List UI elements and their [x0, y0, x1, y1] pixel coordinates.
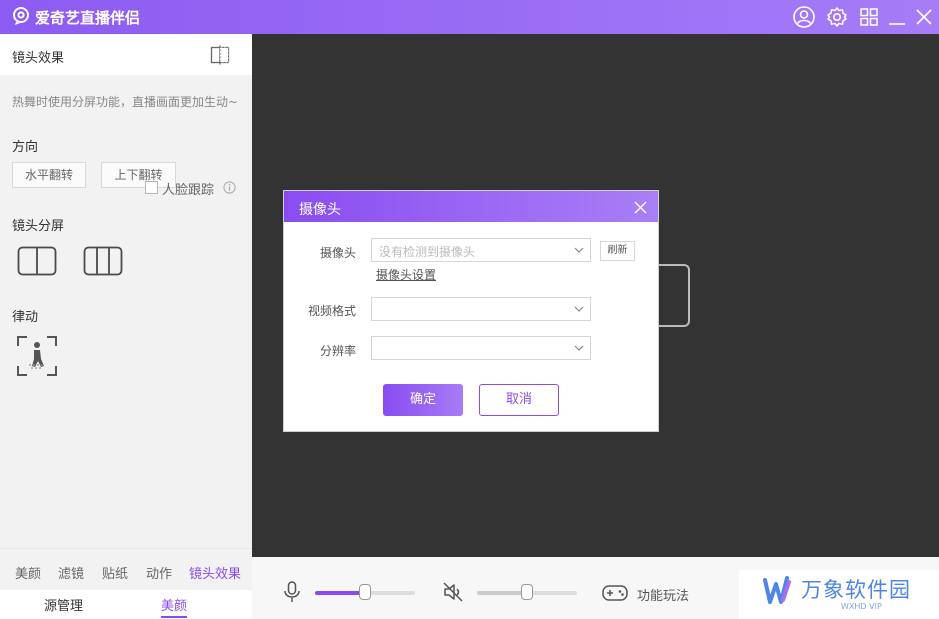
mic-volume-fill [315, 591, 365, 595]
user-icon[interactable] [792, 5, 816, 29]
direction-label: 方向 [12, 140, 39, 155]
app-title: 爱奇艺直播伴侣 [35, 9, 141, 27]
watermark-text: 万象软件园 [801, 578, 911, 602]
tab-filter[interactable]: 滤镜 [58, 563, 84, 582]
tab-source-manage[interactable]: 源管理 [44, 595, 83, 614]
tab-lens-effect[interactable]: 镜头效果 [189, 563, 241, 582]
speaker-muted-icon[interactable] [442, 581, 464, 603]
cancel-button[interactable]: 取消 [479, 384, 559, 416]
dialog-close-icon[interactable] [634, 201, 647, 214]
hint-text: 热舞时使用分屏功能，直播画面更加生动~ [12, 95, 239, 109]
camera-select[interactable]: 没有检测到摄像头 [371, 238, 591, 262]
grid-icon[interactable] [857, 5, 881, 29]
dialog-title: 摄像头 [299, 202, 341, 218]
chevron-down-icon [574, 247, 584, 253]
confirm-button[interactable]: 确定 [383, 384, 463, 416]
flip-horizontal-button[interactable]: 水平翻转 [12, 162, 86, 188]
camera-dialog: 摄像头 摄像头 没有检测到摄像头 刷新 摄像头设置 视频格式 分辨率 确定 取消 [283, 190, 659, 432]
info-icon[interactable] [223, 181, 236, 194]
watermark-subtext: WXHD VIP [841, 602, 882, 611]
video-format-select[interactable] [371, 297, 591, 321]
split-three-button[interactable] [83, 246, 123, 276]
video-format-label: 视频格式 [307, 304, 356, 318]
function-play-label[interactable]: 功能玩法 [637, 585, 689, 604]
split-label: 镜头分屏 [12, 219, 65, 234]
effect-tabs: 美颜 滤镜 贴纸 动作 镜头效果 [0, 548, 252, 590]
watermark: 万象软件园 WXHD VIP [739, 570, 939, 619]
resolution-select[interactable] [371, 336, 591, 360]
tab-sticker[interactable]: 贴纸 [102, 563, 128, 582]
mic-volume-slider[interactable] [315, 584, 415, 600]
resolution-label: 分辨率 [319, 344, 356, 358]
tab-source-beauty[interactable]: 美颜 [161, 595, 188, 618]
left-panel: 镜头效果 热舞时使用分屏功能，直播画面更加生动~ 方向 水平翻转 上下翻转 镜头… [0, 34, 252, 619]
source-tabs: 源管理 美颜 [0, 590, 252, 619]
split-two-button[interactable] [17, 246, 57, 276]
app-logo-icon [13, 7, 29, 25]
title-bar: 爱奇艺直播伴侣 [0, 0, 939, 34]
chevron-down-icon [574, 306, 584, 312]
speaker-volume-thumb[interactable] [521, 584, 533, 600]
minimize-icon[interactable] [885, 5, 909, 29]
dialog-header: 摄像头 [284, 191, 658, 222]
rhythm-label: 律动 [12, 310, 39, 325]
camera-settings-link[interactable]: 摄像头设置 [376, 266, 436, 283]
microphone-icon[interactable] [282, 581, 302, 603]
tab-beauty[interactable]: 美颜 [15, 563, 41, 582]
speaker-volume-slider[interactable] [477, 584, 577, 600]
panel-title: 镜头效果 [12, 51, 65, 66]
tab-action[interactable]: 动作 [146, 563, 172, 582]
gear-icon[interactable] [825, 5, 849, 29]
chevron-down-icon [574, 345, 584, 351]
refresh-button[interactable]: 刷新 [600, 241, 635, 261]
panel-header: 镜头效果 [0, 34, 252, 75]
face-tracking-checkbox[interactable] [145, 181, 158, 194]
split-view-icon[interactable] [210, 45, 230, 65]
rhythm-effect-icon[interactable] [16, 335, 58, 377]
camera-label: 摄像头 [319, 246, 356, 260]
mic-volume-thumb[interactable] [359, 584, 371, 600]
watermark-logo-icon [763, 576, 791, 604]
face-tracking-label: 人脸跟踪 [162, 183, 215, 198]
gamepad-icon[interactable] [602, 583, 628, 603]
speaker-volume-fill [477, 591, 527, 595]
camera-select-value: 没有检测到摄像头 [379, 245, 476, 259]
close-icon[interactable] [912, 5, 936, 29]
